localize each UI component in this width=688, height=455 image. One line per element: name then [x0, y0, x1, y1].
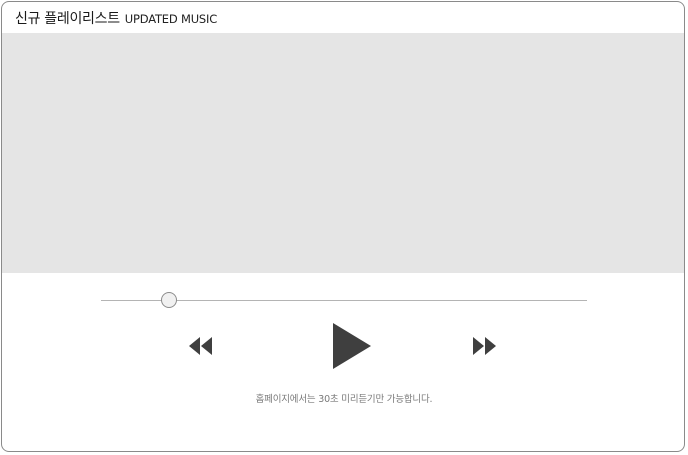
fast-forward-icon [473, 337, 496, 355]
player-header: 신규 플레이리스트 UPDATED MUSIC [2, 2, 684, 33]
music-player: 신규 플레이리스트 UPDATED MUSIC [1, 1, 685, 452]
preview-notice: 홈페이지에서는 30초 미리듣기만 가능합니다. [255, 394, 433, 405]
playlist-title: 신규 플레이리스트 [15, 10, 120, 27]
rewind-icon [189, 337, 212, 355]
progress-knob[interactable] [161, 292, 178, 308]
fast-forward-button[interactable] [472, 337, 498, 355]
media-display-area [2, 33, 684, 273]
play-button[interactable] [331, 323, 371, 369]
rewind-button[interactable] [187, 337, 213, 355]
play-icon [333, 323, 371, 369]
playlist-subtitle: UPDATED MUSIC [124, 11, 218, 26]
